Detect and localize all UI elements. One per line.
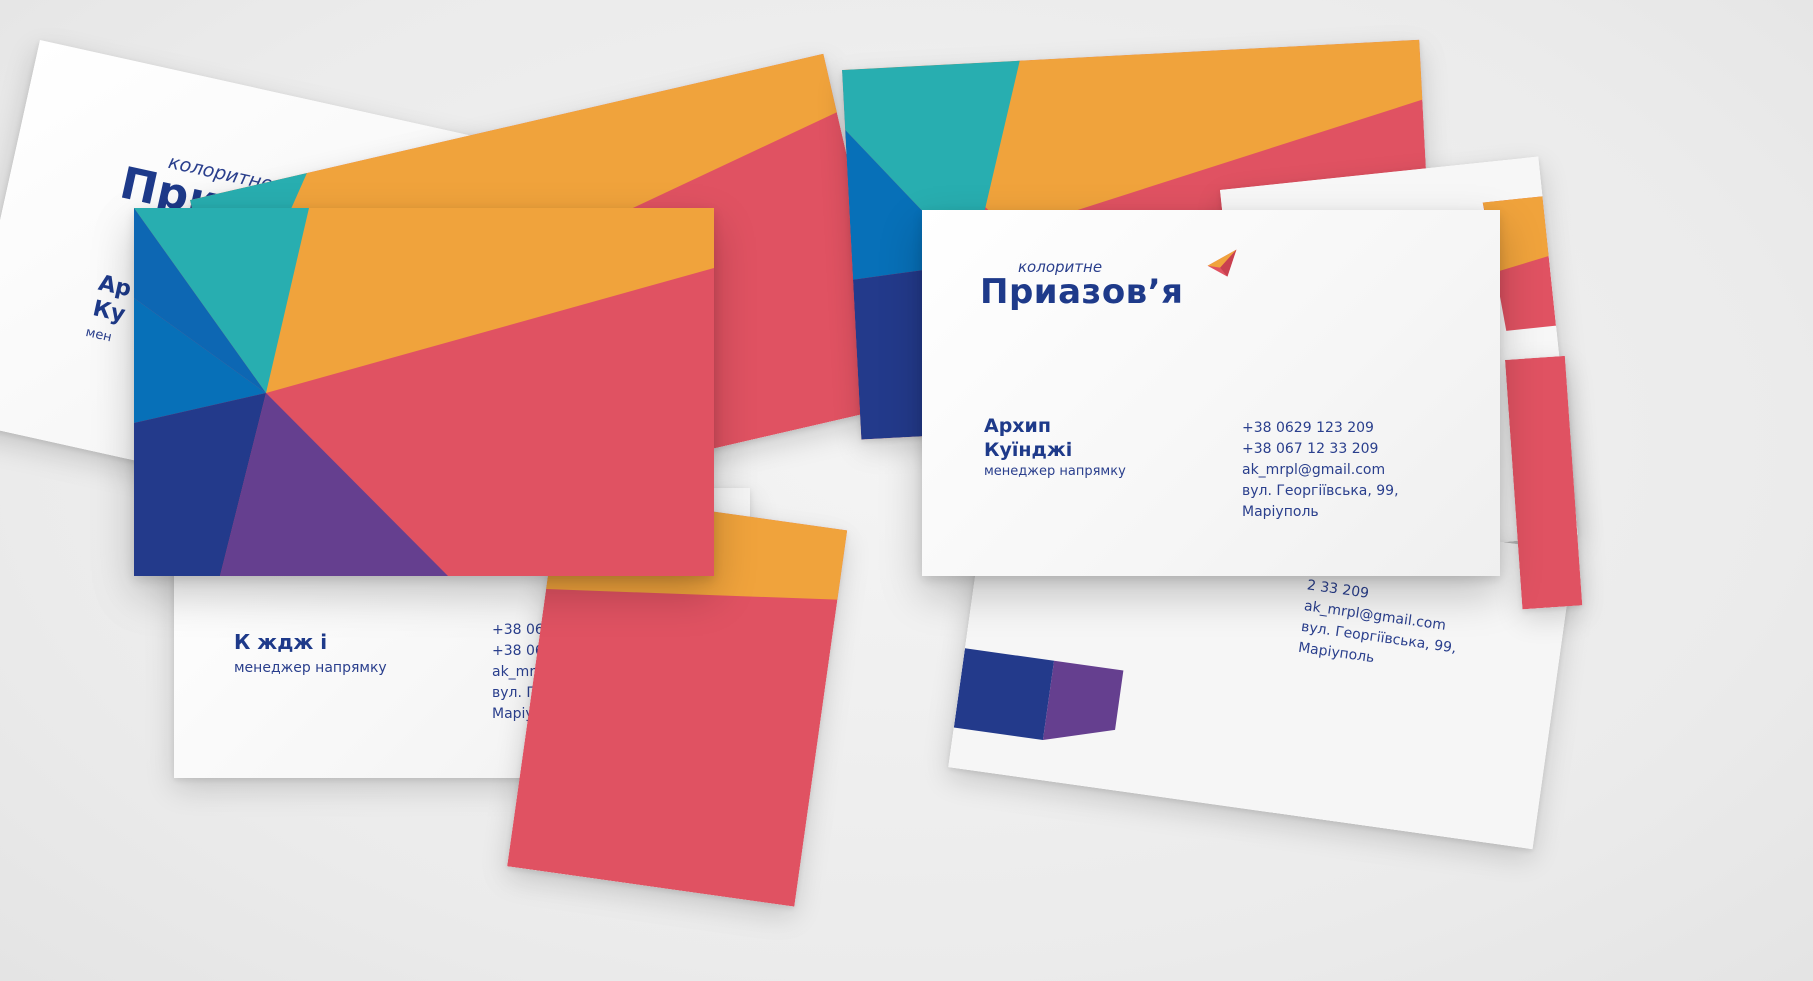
name-fragment-2: Ку	[90, 296, 128, 328]
person-first-name: Архип	[984, 415, 1052, 437]
contact-block-right: +38 0629 123 209 +38 067 12 33 209 ak_mr…	[1242, 418, 1399, 523]
contact-street-right: вул. Георгіївська, 99,	[1242, 483, 1399, 499]
contact-city-right: Маріуполь	[1242, 504, 1319, 520]
brand-logo-right: колоритне Приазов’я	[980, 249, 1240, 328]
role-partial: мен	[84, 325, 114, 346]
person-role-right: менеджер напрямку	[984, 464, 1126, 479]
contact-phone-1-right: +38 0629 123 209	[1242, 420, 1374, 436]
contact-email-right: ak_mrpl@gmail.com	[1242, 462, 1386, 478]
brand-name-right: Приазов’я	[980, 272, 1184, 312]
person-name-partial: Ар Ку	[90, 271, 133, 329]
paper-plane-icon-right	[1207, 249, 1237, 277]
person-name: Архип Куїнджі	[984, 414, 1072, 462]
front-white-card-right: колоритне Приазов’я Архип Куїнджі менедж…	[922, 210, 1500, 576]
person-last-name: Куїнджі	[984, 439, 1073, 461]
front-color-card-left	[134, 208, 714, 576]
contact-phone-2-right: +38 067 12 33 209	[1242, 441, 1379, 457]
business-card-mockup-scene: колоритне Приазов’я Ар Ку мен К ждж і ме…	[0, 0, 1813, 981]
